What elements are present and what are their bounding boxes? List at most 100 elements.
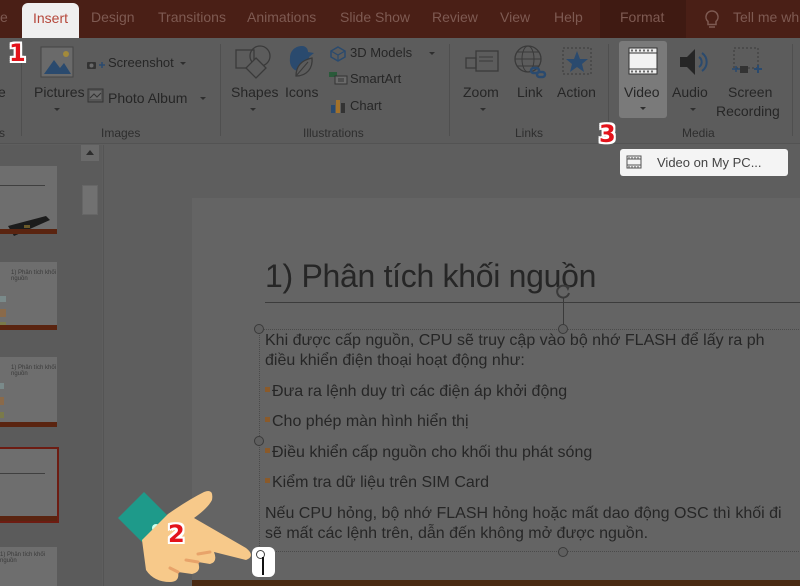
images-group-label: Images — [101, 126, 141, 140]
resize-handle-top-left[interactable] — [254, 324, 264, 334]
tab-review[interactable]: Review — [432, 9, 478, 25]
chevron-down-icon — [429, 52, 435, 55]
step-badge-1: 1 — [9, 39, 26, 67]
thumb-title-rule — [0, 473, 45, 474]
video-film-icon — [628, 47, 658, 75]
group-separator — [220, 44, 221, 136]
media-group-label: Media — [682, 126, 715, 140]
group-separator — [449, 44, 450, 136]
bullet-text: Điều khiển cấp nguồn cho khối thu phát s… — [272, 444, 593, 461]
pictures-label: Pictures — [34, 84, 85, 100]
bullet-item[interactable]: Cho phép màn hình hiển thị — [265, 413, 469, 431]
rotate-handle-icon[interactable] — [553, 281, 573, 301]
bullet-marker — [265, 417, 270, 423]
outro-text-line-2[interactable]: sẽ mất các lệnh trên, dẫn đến không mở đ… — [265, 525, 648, 543]
icons-gallery-icon — [289, 46, 314, 77]
tab-slide-show[interactable]: Slide Show — [340, 9, 410, 25]
intro-text-line-2[interactable]: điều khiển điện thoại hoạt động như: — [265, 352, 525, 370]
rotation-handle-line — [563, 298, 564, 325]
thumb-footer-bar — [0, 325, 57, 330]
tab-animations[interactable]: Animations — [247, 9, 316, 25]
bullet-item[interactable]: Kiểm tra dữ liệu trên SIM Card — [265, 474, 489, 492]
video-dropdown-menu: Video on My PC... — [620, 149, 788, 176]
bullet-marker — [265, 448, 270, 454]
chevron-down-icon — [640, 107, 646, 110]
zoom-label: Zoom — [463, 84, 499, 100]
thumb-shape — [0, 397, 4, 405]
action-label: Action — [557, 84, 596, 100]
outro-text-line-1[interactable]: Nếu CPU hỏng, bộ nhớ FLASH hỏng hoặc mất… — [265, 505, 782, 523]
partial-left-button[interactable]: e — [0, 84, 6, 100]
video-label: Video — [624, 84, 660, 100]
bullet-item[interactable]: Đưa ra lệnh duy trì các điện áp khởi độn… — [265, 383, 567, 401]
shapes-icon — [235, 45, 271, 79]
intro-text-line-1[interactable]: Khi được cấp nguồn, CPU sẽ truy cập vào … — [265, 332, 765, 350]
thumb-title: 1) Phân tích khối nguồn — [11, 270, 57, 282]
slide-footer-bar — [192, 580, 800, 586]
thumb-shape — [0, 383, 4, 389]
slide-thumbnail-4-selected[interactable] — [0, 447, 59, 523]
bullet-text: Kiểm tra dữ liệu trên SIM Card — [272, 474, 490, 491]
menu-item-label: Video on My PC... — [657, 155, 762, 170]
photo-album-label: Photo Album — [108, 90, 188, 106]
cube-icon — [330, 46, 346, 62]
slide-thumbnail-3[interactable]: 1) Phân tích khối nguồn — [0, 357, 57, 427]
thumb-footer-bar — [0, 422, 57, 427]
bullet-marker — [265, 478, 270, 484]
icons-label: Icons — [285, 84, 319, 100]
screenshot-icon — [87, 62, 105, 69]
chevron-down-icon — [250, 108, 256, 111]
scroll-up-button[interactable] — [81, 145, 99, 161]
chevron-down-icon — [200, 97, 206, 100]
tab-help[interactable]: Help — [554, 9, 583, 25]
smartart-label: SmartArt — [350, 71, 402, 86]
slide-thumbnail-5[interactable]: 1) Phân tích khối nguồn — [0, 547, 57, 586]
bullet-marker — [265, 387, 270, 393]
resize-handle-bottom[interactable] — [558, 547, 568, 557]
thumb-title: 1) Phân tích khối nguồn — [0, 552, 46, 564]
tab-home-partial[interactable]: e — [0, 9, 8, 25]
slide-thumbnail-2[interactable]: 1) Phân tích khối nguồn — [0, 262, 57, 330]
slide-thumbnail-1[interactable] — [0, 166, 57, 236]
screen-recording-label-1: Screen — [728, 84, 773, 100]
pictures-icon — [40, 46, 74, 78]
chevron-down-icon — [54, 108, 60, 111]
bullet-item[interactable]: Điều khiển cấp nguồn cho khối thu phát s… — [265, 444, 592, 462]
tab-design[interactable]: Design — [91, 9, 135, 25]
thumb-title-rule — [0, 185, 45, 186]
screen-recording-icon — [732, 47, 762, 73]
resize-handle-left[interactable] — [254, 436, 264, 446]
step-badge-2: 2 — [168, 520, 185, 548]
speaker-icon — [680, 49, 708, 75]
lightbulb-icon — [705, 10, 719, 28]
pointing-hand-icon — [118, 491, 251, 582]
zoom-icon — [465, 50, 499, 72]
ribbon-tab-bar: e Insert Design Transitions Animations S… — [0, 0, 800, 39]
tab-transitions[interactable]: Transitions — [158, 9, 226, 25]
film-strip-icon — [626, 155, 642, 169]
pane-divider[interactable] — [103, 145, 104, 586]
step-badge-3: 3 — [599, 120, 616, 148]
scrollbar-thumb[interactable] — [82, 185, 98, 215]
title-underline — [265, 302, 800, 303]
link-label: Link — [517, 84, 543, 100]
partial-left-group-label: s — [0, 126, 5, 140]
link-globe-icon — [514, 45, 547, 79]
photo-album-icon — [87, 88, 104, 103]
smartart-icon — [329, 72, 348, 85]
3d-models-label: 3D Models — [350, 45, 413, 60]
thumb-footer-bar — [0, 229, 57, 234]
chart-icon — [331, 100, 345, 113]
screenshot-label: Screenshot — [108, 55, 174, 70]
thumb-shape — [0, 296, 6, 302]
tell-me-search[interactable]: Tell me wh — [733, 9, 799, 25]
bullet-text: Đưa ra lệnh duy trì các điện áp khởi độn… — [272, 383, 568, 400]
thumb-shape — [0, 309, 6, 317]
slide-title[interactable]: 1) Phân tích khối nguồn — [265, 258, 596, 295]
bullet-text: Cho phép màn hình hiển thị — [272, 413, 469, 430]
text-cursor-icon — [262, 557, 264, 575]
tab-format[interactable]: Format — [620, 9, 664, 25]
tab-insert[interactable]: Insert — [22, 3, 79, 39]
tab-view[interactable]: View — [500, 9, 530, 25]
video-button[interactable]: Video — [619, 41, 667, 118]
